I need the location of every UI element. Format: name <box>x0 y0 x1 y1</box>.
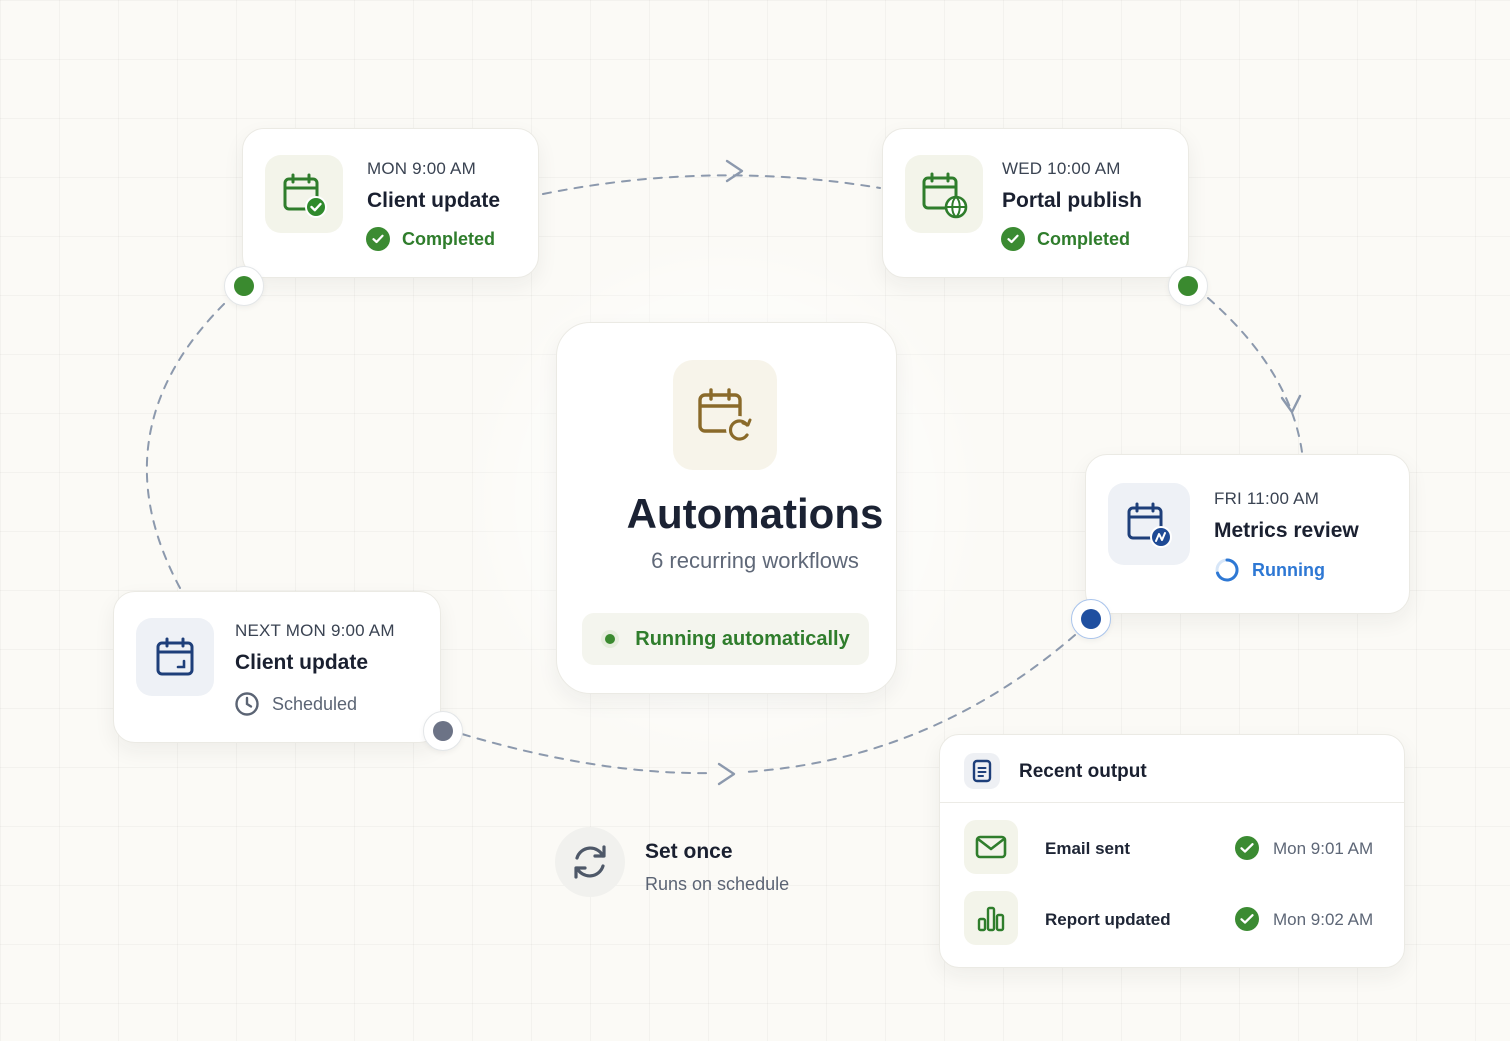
calendar-globe-icon <box>922 172 968 219</box>
step-title: Portal publish <box>1002 189 1143 212</box>
step-status-label: Scheduled <box>272 693 358 714</box>
recent-output-card: Recent output Email sent Mon 9:01 AM Rep… <box>939 734 1405 968</box>
bar-chart-icon <box>977 906 1005 932</box>
node-fri <box>1071 599 1111 639</box>
step-status-label: Completed <box>402 228 496 249</box>
connector-next-to-center <box>461 733 713 775</box>
output-row-icon-tile <box>964 820 1018 874</box>
arrow-right-bottom <box>717 762 736 786</box>
step-status: Scheduled <box>234 691 357 717</box>
running-status-label: Running automatically <box>635 627 850 650</box>
automations-title: Automations <box>626 490 884 537</box>
mail-icon <box>975 835 1007 859</box>
check-circle-icon <box>1235 836 1259 860</box>
step-status: Completed <box>1001 227 1130 251</box>
check-circle-icon <box>1235 907 1259 931</box>
step-icon-tile <box>905 155 983 233</box>
document-icon-tile <box>964 753 1000 789</box>
refresh-icon <box>574 845 606 879</box>
clock-icon <box>235 692 259 716</box>
output-row-time: Mon 9:02 AM <box>1273 910 1374 929</box>
check-circle-icon <box>366 227 390 251</box>
node-wed <box>1168 266 1208 306</box>
recent-output-header: Recent output <box>940 735 1404 803</box>
step-time: NEXT MON 9:00 AM <box>235 621 395 640</box>
connector-wed-to-fri <box>1207 297 1303 453</box>
calendar-sync-icon <box>698 388 752 442</box>
step-card-next-client-update[interactable]: NEXT MON 9:00 AM Client update Scheduled <box>113 591 441 743</box>
connector-mon-to-wed <box>542 174 881 195</box>
set-once-subtitle: Runs on schedule <box>645 874 790 894</box>
step-icon-tile <box>136 618 214 696</box>
step-status: Completed <box>366 227 495 251</box>
connector-next-to-mon <box>145 299 229 589</box>
document-icon <box>972 759 992 783</box>
set-once-title: Set once <box>645 840 733 863</box>
recent-output-title: Recent output <box>1019 761 1147 782</box>
step-time: MON 9:00 AM <box>367 159 476 178</box>
step-time: WED 10:00 AM <box>1002 159 1121 178</box>
output-row-label: Report updated <box>1045 910 1171 929</box>
output-row-time: Mon 9:01 AM <box>1273 839 1374 858</box>
calendar-icon <box>156 637 194 676</box>
node-next-mon <box>423 711 463 751</box>
step-card-portal-publish[interactable]: WED 10:00 AM Portal publish Completed <box>882 128 1189 278</box>
automations-subtitle: 6 recurring workflows <box>651 548 859 573</box>
step-title: Client update <box>235 651 369 674</box>
status-dot-icon <box>601 630 620 648</box>
node-mon <box>224 266 264 306</box>
step-icon-tile <box>265 155 343 233</box>
output-row-label: Email sent <box>1045 839 1131 858</box>
calendar-check-icon <box>283 173 327 218</box>
output-row-icon-tile <box>964 891 1018 945</box>
step-status-label: Completed <box>1037 228 1131 249</box>
running-status-pill: Running automatically <box>582 613 869 665</box>
set-once-icon-badge <box>555 827 625 897</box>
automation-icon-tile <box>673 360 777 470</box>
arrow-right-top <box>725 159 744 183</box>
arrow-down-right <box>1280 394 1302 414</box>
check-circle-icon <box>1001 227 1025 251</box>
step-title: Client update <box>367 189 501 212</box>
step-card-client-update[interactable]: MON 9:00 AM Client update Completed <box>242 128 539 278</box>
